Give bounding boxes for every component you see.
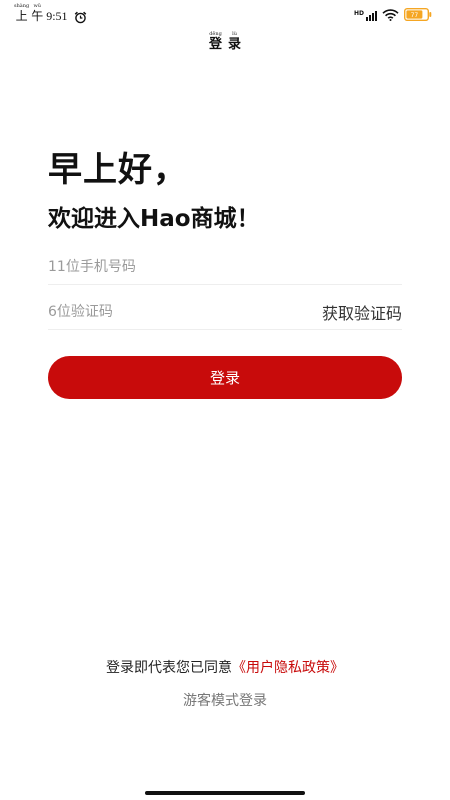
signal-bar [369,14,371,21]
network-label: HD [353,9,364,17]
login-button-label: 登录 [209,369,240,387]
verification-code-input[interactable] [48,295,322,329]
alarm-clock-icon [74,9,87,24]
cellular-signal-icon: HD [353,9,377,21]
title-char: lù 录 [228,31,242,52]
wifi-icon [382,6,399,25]
time-period-char: shàng 上 [14,3,30,23]
page-title: dēng 登 lù 录 [208,31,242,52]
agreement-prefix: 登录即代表您已同意 [106,660,232,676]
get-code-button[interactable]: 获取验证码 [322,300,402,324]
guest-login-row: 游客模式登录 [0,690,450,710]
phone-field [48,250,402,285]
greeting-heading: 早上好， [48,150,188,190]
code-field: 获取验证码 [48,295,402,330]
welcome-heading: 欢迎进入Hao商城！ [48,206,260,232]
title-char: dēng 登 [208,31,222,52]
privacy-policy-link[interactable]: 《用户隐私政策》 [232,660,344,676]
status-time: shàng 上 wǔ 午 9:51 [14,3,87,24]
signal-bar [375,10,377,21]
battery-level: 77 [411,12,419,19]
guest-login-link[interactable]: 游客模式登录 [183,693,267,709]
signal-bar [366,16,368,21]
login-button[interactable]: 登录 [48,356,402,399]
status-bar: shàng 上 wǔ 午 9:51 HD 77 [0,0,450,28]
time-period-char: wǔ 午 [31,3,44,23]
agreement-text: 登录即代表您已同意《用户隐私政策》 [0,657,450,677]
clock-text: 9:51 [46,9,68,23]
phone-input[interactable] [48,250,402,284]
battery-icon: 77 [403,6,432,25]
home-indicator[interactable] [145,791,305,795]
signal-bar [372,12,374,21]
page-header: dēng 登 lù 录 [0,31,450,52]
status-indicators: HD 77 [354,6,432,25]
